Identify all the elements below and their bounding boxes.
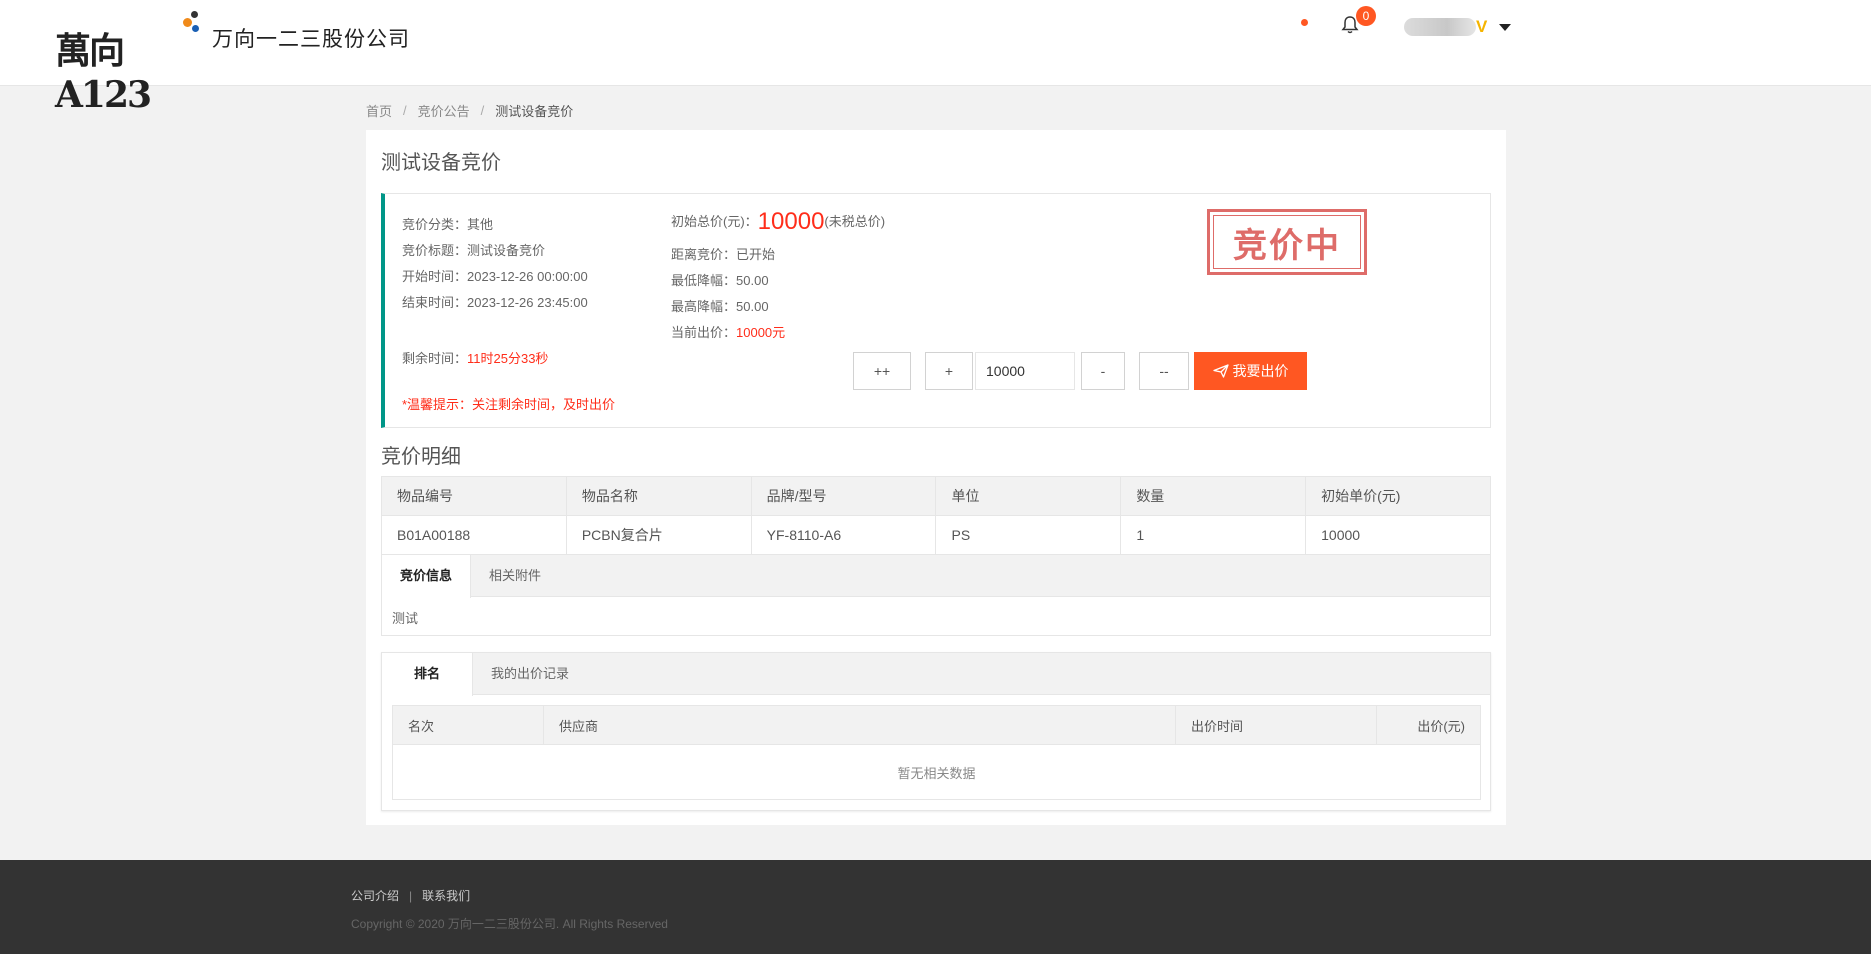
table-cell: 10000 [1305,515,1491,555]
tab-bar: 排名 我的出价记录 [382,653,1490,696]
category-row: 竞价分类：其他 [402,217,494,232]
column-header: 物品编号 [381,476,567,516]
footer-link-contact[interactable]: 联系我们 [422,887,470,904]
top-header: 萬向A123 万向一二三股份公司 0 V [0,0,1871,116]
tab-bar: 竞价信息 相关附件 [382,555,1490,598]
end-time-row: 结束时间：2023-12-26 23:45:00 [402,295,588,310]
column-header: 出价时间 [1175,705,1377,745]
detail-section-title: 竞价明细 [381,446,461,468]
breadcrumb-section[interactable]: 竞价公告 [418,101,470,120]
notification-badge: 0 [1356,6,1376,26]
column-header: 品牌/型号 [750,476,937,516]
current-bid-row: 当前出价：10000元 [671,325,786,340]
column-header: 供应商 [543,705,1176,745]
table-header-row: 名次 供应商 出价时间 出价(元) [392,705,1481,745]
breadcrumb-current: 测试设备竞价 [495,104,574,119]
status-stamp: 竞价中 [1207,209,1367,275]
logo-mark: 萬向A123 [55,8,200,116]
column-header: 出价(元) [1376,705,1481,745]
min-drop-row: 最低降幅：50.00 [671,273,769,288]
info-tabs: 竞价信息 相关附件 测试 [381,554,1491,636]
decrease-large-button[interactable]: -- [1139,352,1189,390]
send-icon [1212,364,1229,378]
breadcrumb-separator: / [403,103,407,118]
footer-links: 公司介绍 | 联系我们 [351,887,470,904]
table-cell: YF-8110-A6 [750,515,937,555]
current-bid: 10000元 [736,325,786,340]
company-logo[interactable]: 萬向A123 万向一二三股份公司 [55,8,410,116]
distance-row: 距离竞价：已开始 [671,247,776,262]
submit-bid-label: 我要出价 [1232,363,1289,379]
submit-bid-button[interactable]: 我要出价 [1194,352,1307,390]
bid-amount-input[interactable] [975,352,1075,390]
ranking-table: 名次 供应商 出价时间 出价(元) 暂无相关数据 [392,705,1481,800]
table-header-row: 物品编号 物品名称 品牌/型号 单位 数量 初始单价(元) [381,476,1491,516]
caret-down-icon [1499,23,1512,31]
tab-my-bids[interactable]: 我的出价记录 [473,653,587,695]
table-cell: PCBN复合片 [565,515,752,555]
max-drop-row: 最高降幅：50.00 [671,299,769,314]
remaining-time: 11时25分33秒 [467,351,549,366]
table-row: B01A00188 PCBN复合片 YF-8110-A6 PS 1 10000 [381,515,1491,555]
page-title: 测试设备竞价 [381,152,501,174]
tab-bid-info[interactable]: 竞价信息 [382,555,472,598]
tab-content: 测试 [392,611,419,626]
initial-total-row: 初始总价(元)：10000(未税总价) [671,208,886,235]
tip-text: *温馨提示：关注剩余时间，及时出价 [402,397,616,412]
start-time-row: 开始时间：2023-12-26 00:00:00 [402,269,588,284]
remaining-time-row: 剩余时间：11时25分33秒 [402,351,549,366]
tab-ranking[interactable]: 排名 [382,653,474,696]
increase-large-button[interactable]: ++ [853,352,911,390]
main-card: 测试设备竞价 竞价分类：其他 竞价标题：测试设备竞价 开始时间：2023-12-… [366,130,1506,825]
vip-icon: V [1476,17,1488,36]
increase-button[interactable]: + [925,352,973,390]
empty-message: 暂无相关数据 [392,744,1481,800]
status-dot [1301,19,1308,26]
bid-title-row: 竞价标题：测试设备竞价 [402,243,546,258]
bid-info-box: 竞价分类：其他 竞价标题：测试设备竞价 开始时间：2023-12-26 00:0… [381,193,1491,428]
breadcrumb-separator: / [480,103,485,118]
table-cell: B01A00188 [381,515,567,555]
initial-total-price: 10000 [757,208,825,235]
table-cell: 1 [1120,515,1307,555]
tab-attachments[interactable]: 相关附件 [471,555,559,597]
rank-tabs: 排名 我的出价记录 名次 供应商 出价时间 出价(元) 暂无相关数据 [381,652,1491,811]
column-header: 单位 [935,476,1122,516]
column-header: 物品名称 [565,476,752,516]
user-menu[interactable]: V [1404,16,1512,38]
empty-row: 暂无相关数据 [392,744,1481,800]
column-header: 数量 [1120,476,1307,516]
footer-divider: | [409,888,413,903]
breadcrumb: 首页 / 竞价公告 / 测试设备竞价 [366,101,573,120]
breadcrumb-home[interactable]: 首页 [366,101,392,120]
footer-link-about[interactable]: 公司介绍 [351,887,399,904]
company-name: 万向一二三股份公司 [212,27,410,51]
table-cell: PS [935,515,1122,555]
column-header: 名次 [392,705,544,745]
detail-table: 物品编号 物品名称 品牌/型号 单位 数量 初始单价(元) B01A00188 … [381,476,1491,555]
decrease-button[interactable]: - [1081,352,1125,390]
footer: 公司介绍 | 联系我们 Copyright © 2020 万向一二三股份公司. … [0,860,1871,954]
column-header: 初始单价(元) [1305,476,1491,516]
avatar [1404,18,1476,36]
copyright: Copyright © 2020 万向一二三股份公司. All Rights R… [351,917,668,931]
bid-controls: ++ + - -- 我要出价 [853,352,1307,390]
logo-text: 萬向A123 [55,30,152,116]
